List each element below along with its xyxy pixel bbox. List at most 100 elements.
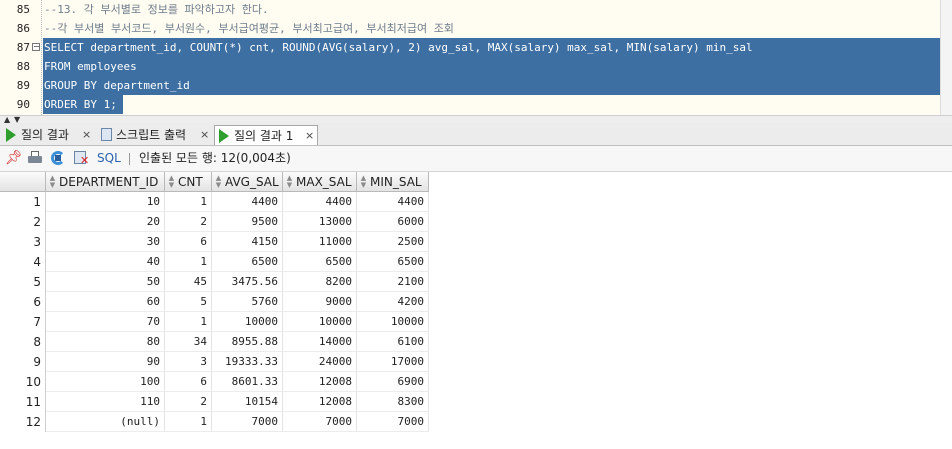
editor-line-selected[interactable]: 90 ORDER BY 1; bbox=[0, 95, 952, 114]
row-number[interactable]: 7 bbox=[0, 312, 46, 332]
table-row[interactable]: 9 90 3 19333.33 24000 17000 bbox=[0, 352, 430, 372]
table-row[interactable]: 5 50 45 3475.56 8200 2100 bbox=[0, 272, 430, 292]
table-cell[interactable]: 1 bbox=[165, 412, 212, 432]
column-header[interactable]: ▲ ▼ MAX_SAL bbox=[283, 172, 357, 192]
table-cell[interactable]: 60 bbox=[46, 292, 165, 312]
table-cell[interactable]: 1 bbox=[165, 252, 212, 272]
editor-scrollbar[interactable] bbox=[940, 0, 952, 115]
table-row[interactable]: 4 40 1 6500 6500 6500 bbox=[0, 252, 430, 272]
table-cell[interactable]: 7000 bbox=[283, 412, 357, 432]
sort-icon[interactable]: ▲ ▼ bbox=[286, 175, 293, 189]
row-number[interactable]: 12 bbox=[0, 412, 46, 432]
tab-query-result-1[interactable]: 질의 결과 1 × bbox=[214, 125, 318, 145]
table-cell[interactable]: 10154 bbox=[212, 392, 283, 412]
table-cell[interactable]: 6100 bbox=[357, 332, 429, 352]
refresh-icon[interactable] bbox=[51, 151, 67, 166]
close-icon[interactable]: × bbox=[305, 126, 314, 146]
table-cell[interactable]: 8955.88 bbox=[212, 332, 283, 352]
row-number[interactable]: 9 bbox=[0, 352, 46, 372]
row-number[interactable]: 6 bbox=[0, 292, 46, 312]
table-cell[interactable]: 8200 bbox=[283, 272, 357, 292]
table-cell[interactable]: 10000 bbox=[212, 312, 283, 332]
editor-line[interactable]: 86 --각 부서별 부서코드, 부서원수, 부서급여평균, 부서최고급여, 부… bbox=[0, 19, 952, 38]
table-row[interactable]: 10 100 6 8601.33 12008 6900 bbox=[0, 372, 430, 392]
row-number[interactable]: 3 bbox=[0, 232, 46, 252]
row-number[interactable]: 5 bbox=[0, 272, 46, 292]
row-number[interactable]: 11 bbox=[0, 392, 46, 412]
table-cell[interactable]: 6500 bbox=[357, 252, 429, 272]
table-row[interactable]: 8 80 34 8955.88 14000 6100 bbox=[0, 332, 430, 352]
table-cell[interactable]: 80 bbox=[46, 332, 165, 352]
column-header[interactable]: ▲ ▼ MIN_SAL bbox=[357, 172, 429, 192]
table-cell[interactable]: 14000 bbox=[283, 332, 357, 352]
table-cell[interactable]: 3475.56 bbox=[212, 272, 283, 292]
table-cell[interactable]: 4150 bbox=[212, 232, 283, 252]
table-cell[interactable]: 6900 bbox=[357, 372, 429, 392]
fold-collapse-icon[interactable]: − bbox=[32, 43, 40, 51]
pin-icon[interactable]: 📌︎ bbox=[5, 151, 23, 166]
close-icon[interactable]: × bbox=[200, 125, 209, 145]
table-row[interactable]: 1 10 1 4400 4400 4400 bbox=[0, 192, 430, 212]
table-cell[interactable]: 30 bbox=[46, 232, 165, 252]
table-cell[interactable]: 5 bbox=[165, 292, 212, 312]
row-number[interactable]: 2 bbox=[0, 212, 46, 232]
table-row[interactable]: 3 30 6 4150 11000 2500 bbox=[0, 232, 430, 252]
table-cell[interactable]: 20 bbox=[46, 212, 165, 232]
table-cell[interactable]: 2100 bbox=[357, 272, 429, 292]
table-cell[interactable]: 110 bbox=[46, 392, 165, 412]
table-cell[interactable]: 12008 bbox=[283, 372, 357, 392]
table-cell[interactable]: 11000 bbox=[283, 232, 357, 252]
sort-icon[interactable]: ▲ ▼ bbox=[168, 175, 175, 189]
table-cell[interactable]: 12008 bbox=[283, 392, 357, 412]
result-grid[interactable]: ▲ ▼ DEPARTMENT_ID ▲ ▼ CNT ▲ ▼ AVG_SAL ▲ ▼ MAX_SAL ▲ ▼… bbox=[0, 172, 952, 449]
table-cell[interactable]: 100 bbox=[46, 372, 165, 392]
table-cell[interactable]: 1 bbox=[165, 192, 212, 212]
column-header[interactable]: ▲ ▼ AVG_SAL bbox=[212, 172, 283, 192]
table-cell[interactable]: 6 bbox=[165, 232, 212, 252]
column-header[interactable]: ▲ ▼ DEPARTMENT_ID bbox=[46, 172, 165, 192]
table-cell[interactable]: 7000 bbox=[357, 412, 429, 432]
row-number[interactable]: 1 bbox=[0, 192, 46, 212]
tab-query-result[interactable]: 질의 결과 × bbox=[2, 125, 94, 145]
table-cell[interactable]: 4400 bbox=[357, 192, 429, 212]
table-cell[interactable]: 4400 bbox=[283, 192, 357, 212]
table-cell[interactable]: 50 bbox=[46, 272, 165, 292]
table-cell[interactable]: 90 bbox=[46, 352, 165, 372]
table-cell[interactable]: 19333.33 bbox=[212, 352, 283, 372]
table-cell[interactable]: 6500 bbox=[212, 252, 283, 272]
table-cell[interactable]: 45 bbox=[165, 272, 212, 292]
table-cell[interactable]: 4200 bbox=[357, 292, 429, 312]
table-cell[interactable]: 70 bbox=[46, 312, 165, 332]
table-cell[interactable]: 2 bbox=[165, 212, 212, 232]
table-row[interactable]: 6 60 5 5760 9000 4200 bbox=[0, 292, 430, 312]
table-row[interactable]: 7 70 1 10000 10000 10000 bbox=[0, 312, 430, 332]
editor-line[interactable]: 85 --13. 각 부서별로 정보를 파악하고자 한다. bbox=[0, 0, 952, 19]
row-number[interactable]: 10 bbox=[0, 372, 46, 392]
table-row[interactable]: 12 (null) 1 7000 7000 7000 bbox=[0, 412, 430, 432]
table-cell[interactable]: 8300 bbox=[357, 392, 429, 412]
close-icon[interactable]: × bbox=[82, 125, 91, 145]
collapse-down-icon[interactable]: ▼ bbox=[14, 116, 20, 124]
table-cell[interactable]: 4400 bbox=[212, 192, 283, 212]
table-cell[interactable]: 8601.33 bbox=[212, 372, 283, 392]
sql-button[interactable]: SQL bbox=[97, 146, 121, 171]
table-cell[interactable]: 2 bbox=[165, 392, 212, 412]
table-row[interactable]: 2 20 2 9500 13000 6000 bbox=[0, 212, 430, 232]
table-cell[interactable]: 2500 bbox=[357, 232, 429, 252]
table-cell[interactable]: 3 bbox=[165, 352, 212, 372]
grid-corner[interactable] bbox=[0, 172, 46, 192]
table-cell[interactable]: 13000 bbox=[283, 212, 357, 232]
table-cell[interactable]: 34 bbox=[165, 332, 212, 352]
sort-icon[interactable]: ▲ ▼ bbox=[360, 175, 367, 189]
column-header[interactable]: ▲ ▼ CNT bbox=[165, 172, 212, 192]
table-cell[interactable]: (null) bbox=[46, 412, 165, 432]
table-cell[interactable]: 9000 bbox=[283, 292, 357, 312]
table-cell[interactable]: 17000 bbox=[357, 352, 429, 372]
editor-line-selected[interactable]: 87 − SELECT department_id, COUNT(*) cnt,… bbox=[0, 38, 952, 57]
row-number[interactable]: 8 bbox=[0, 332, 46, 352]
table-cell[interactable]: 6 bbox=[165, 372, 212, 392]
clear-grid-icon[interactable]: ✕ bbox=[74, 151, 90, 166]
table-cell[interactable]: 5760 bbox=[212, 292, 283, 312]
print-icon[interactable] bbox=[27, 151, 43, 166]
table-cell[interactable]: 10000 bbox=[283, 312, 357, 332]
